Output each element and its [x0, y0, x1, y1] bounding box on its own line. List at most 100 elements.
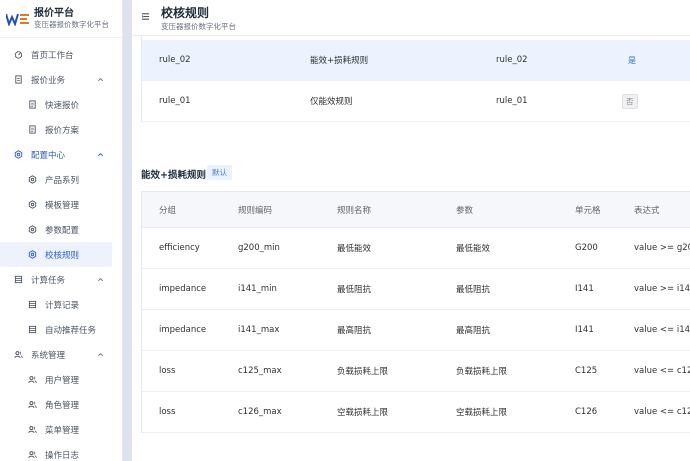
rule-group: efficiency [159, 243, 200, 253]
rule-set-code-2: rule_01 [496, 96, 528, 106]
table-header: 分组 规则编码 规则名称 参数 单元格 表达式 [142, 192, 690, 228]
sidebar-scrollbar[interactable] [123, 0, 132, 461]
table-row[interactable]: loss c125_max 负载损耗上限 负载损耗上限 C125 value <= c12… [142, 351, 690, 392]
file-icon [27, 125, 37, 135]
table-row[interactable]: rule_02 能效+损耗规则 rule_02 是 [142, 40, 690, 81]
rule-param: 最低阻抗 [456, 285, 491, 295]
table-row[interactable]: rule_01 仅能效规则 rule_01 否 [142, 81, 690, 122]
sidebar-item[interactable]: 参数配置 [0, 217, 122, 242]
main-content: rule_02 能效+损耗规则 rule_02 是 rule_01 仅能效规则 … [132, 36, 690, 461]
rule-param: 最高阻抗 [456, 326, 491, 336]
sidebar-item[interactable]: 计算记录 [0, 292, 122, 317]
section-title: 能效+损耗规则 [141, 170, 206, 181]
sidebar-item-label: 快速报价 [45, 100, 80, 111]
sidebar-item-label: 系统管理 [31, 350, 66, 361]
rule-set-code-2: rule_02 [496, 55, 528, 65]
sidebar-item[interactable]: 计算任务 [0, 267, 122, 292]
rule-set-code: rule_01 [159, 96, 191, 106]
document-icon [13, 75, 23, 85]
rule-name: 最低能效 [337, 244, 372, 254]
chevron-up-icon[interactable] [97, 151, 104, 158]
sidebar-item-label: 校核规则 [45, 250, 80, 261]
file-icon [27, 100, 37, 110]
menu-toggle-icon[interactable] [141, 12, 150, 21]
sidebar-item[interactable]: 产品系列 [0, 167, 122, 192]
rule-cell: C125 [575, 366, 598, 376]
sidebar-item[interactable]: 报价方案 [0, 117, 122, 142]
rule-group: loss [159, 407, 176, 417]
chevron-up-icon[interactable] [97, 351, 104, 358]
list-icon [27, 300, 37, 310]
users-icon [27, 450, 37, 460]
rule-param: 空载损耗上限 [456, 408, 508, 418]
rule-cell: I141 [575, 284, 594, 294]
rule-code: c125_max [238, 366, 282, 376]
logo-icon [6, 13, 29, 26]
sidebar-item[interactable]: 自动推荐任务 [0, 317, 122, 342]
sidebar-item-label: 计算记录 [45, 300, 80, 311]
sidebar-item[interactable]: 菜单管理 [0, 417, 122, 442]
chevron-up-icon[interactable] [97, 276, 104, 283]
rule-set-name: 能效+损耗规则 [310, 56, 369, 66]
rules-table: 分组 规则编码 规则名称 参数 单元格 表达式 efficiency g200_m… [141, 191, 690, 433]
users-icon [27, 375, 37, 385]
page-header: 校核规则 变压器报价数字化平台 [132, 0, 690, 36]
rule-set-table: rule_02 能效+损耗规则 rule_02 是 rule_01 仅能效规则 … [141, 36, 690, 122]
sidebar-item[interactable]: 模板管理 [0, 192, 122, 217]
table-row[interactable]: impedance i141_min 最低阻抗 最低阻抗 I141 value >= i1… [142, 269, 690, 310]
sidebar-item-label: 计算任务 [31, 275, 66, 286]
gear-icon [27, 225, 37, 235]
rule-name: 负载损耗上限 [337, 367, 389, 377]
sidebar-item-label: 报价业务 [31, 75, 66, 86]
sidebar-item[interactable]: 系统管理 [0, 342, 122, 367]
sidebar-item-label: 产品系列 [45, 175, 80, 186]
rule-name: 空载损耗上限 [337, 408, 389, 418]
sidebar: 报价平台 变压器报价数字化平台 首页工作台报价业务快速报价报价方案配置中心产品系… [0, 0, 123, 461]
rule-expression: value <= i141 [634, 325, 690, 335]
table-row[interactable]: impedance i141_max 最高阻抗 最高阻抗 I141 value <= i1… [142, 310, 690, 351]
sidebar-menu: 首页工作台报价业务快速报价报价方案配置中心产品系列模板管理参数配置校核规则计算任… [0, 38, 122, 461]
table-row[interactable]: efficiency g200_min 最低能效 最低能效 G200 value >= g… [142, 228, 690, 269]
table-row[interactable]: loss c126_max 空载损耗上限 空载损耗上限 C126 value <= c12… [142, 392, 690, 433]
rule-set-name: 仅能效规则 [310, 97, 353, 107]
sidebar-item[interactable]: 快速报价 [0, 92, 122, 117]
header-name: 规则名称 [337, 205, 372, 216]
rule-expression: value >= g200 [634, 243, 690, 253]
gear-icon [27, 200, 37, 210]
header-code: 规则编码 [238, 205, 273, 216]
brand-title: 报价平台 [34, 8, 74, 19]
header-cell: 单元格 [575, 205, 601, 216]
page-title: 校核规则 [161, 6, 210, 20]
sidebar-item[interactable]: 操作日志 [0, 442, 122, 461]
default-badge: 默认 [207, 165, 232, 180]
rule-code: i141_min [238, 284, 277, 294]
sidebar-item[interactable]: 首页工作台 [0, 42, 122, 67]
users-icon [13, 350, 23, 360]
page-subtitle: 变压器报价数字化平台 [161, 22, 236, 31]
sidebar-item-label: 角色管理 [45, 400, 80, 411]
sidebar-item[interactable]: 角色管理 [0, 392, 122, 417]
sidebar-item[interactable]: 报价业务 [0, 67, 122, 92]
sidebar-item-label: 首页工作台 [31, 50, 74, 61]
sidebar-item-label: 菜单管理 [45, 425, 80, 436]
sidebar-item-label: 配置中心 [31, 150, 66, 161]
sidebar-item-label: 参数配置 [45, 225, 80, 236]
rule-set-code: rule_02 [159, 55, 191, 65]
rule-code: g200_min [238, 243, 280, 253]
brand[interactable]: 报价平台 变压器报价数字化平台 [0, 0, 122, 38]
list-icon [13, 275, 23, 285]
rule-expression: value >= i141 [634, 284, 690, 294]
rule-name: 最低阻抗 [337, 285, 372, 295]
rule-cell: C126 [575, 407, 598, 417]
sidebar-item[interactable]: 配置中心 [0, 142, 122, 167]
rule-code: c126_max [238, 407, 282, 417]
header-param: 参数 [456, 205, 474, 216]
chevron-up-icon[interactable] [97, 76, 104, 83]
gear-icon [13, 150, 23, 160]
sidebar-item[interactable]: 校核规则 [0, 242, 112, 267]
rule-group: impedance [159, 284, 207, 294]
default-flag-no: 否 [622, 93, 638, 109]
gear-icon [27, 250, 37, 260]
sidebar-item-label: 自动推荐任务 [45, 325, 97, 336]
sidebar-item[interactable]: 用户管理 [0, 367, 122, 392]
